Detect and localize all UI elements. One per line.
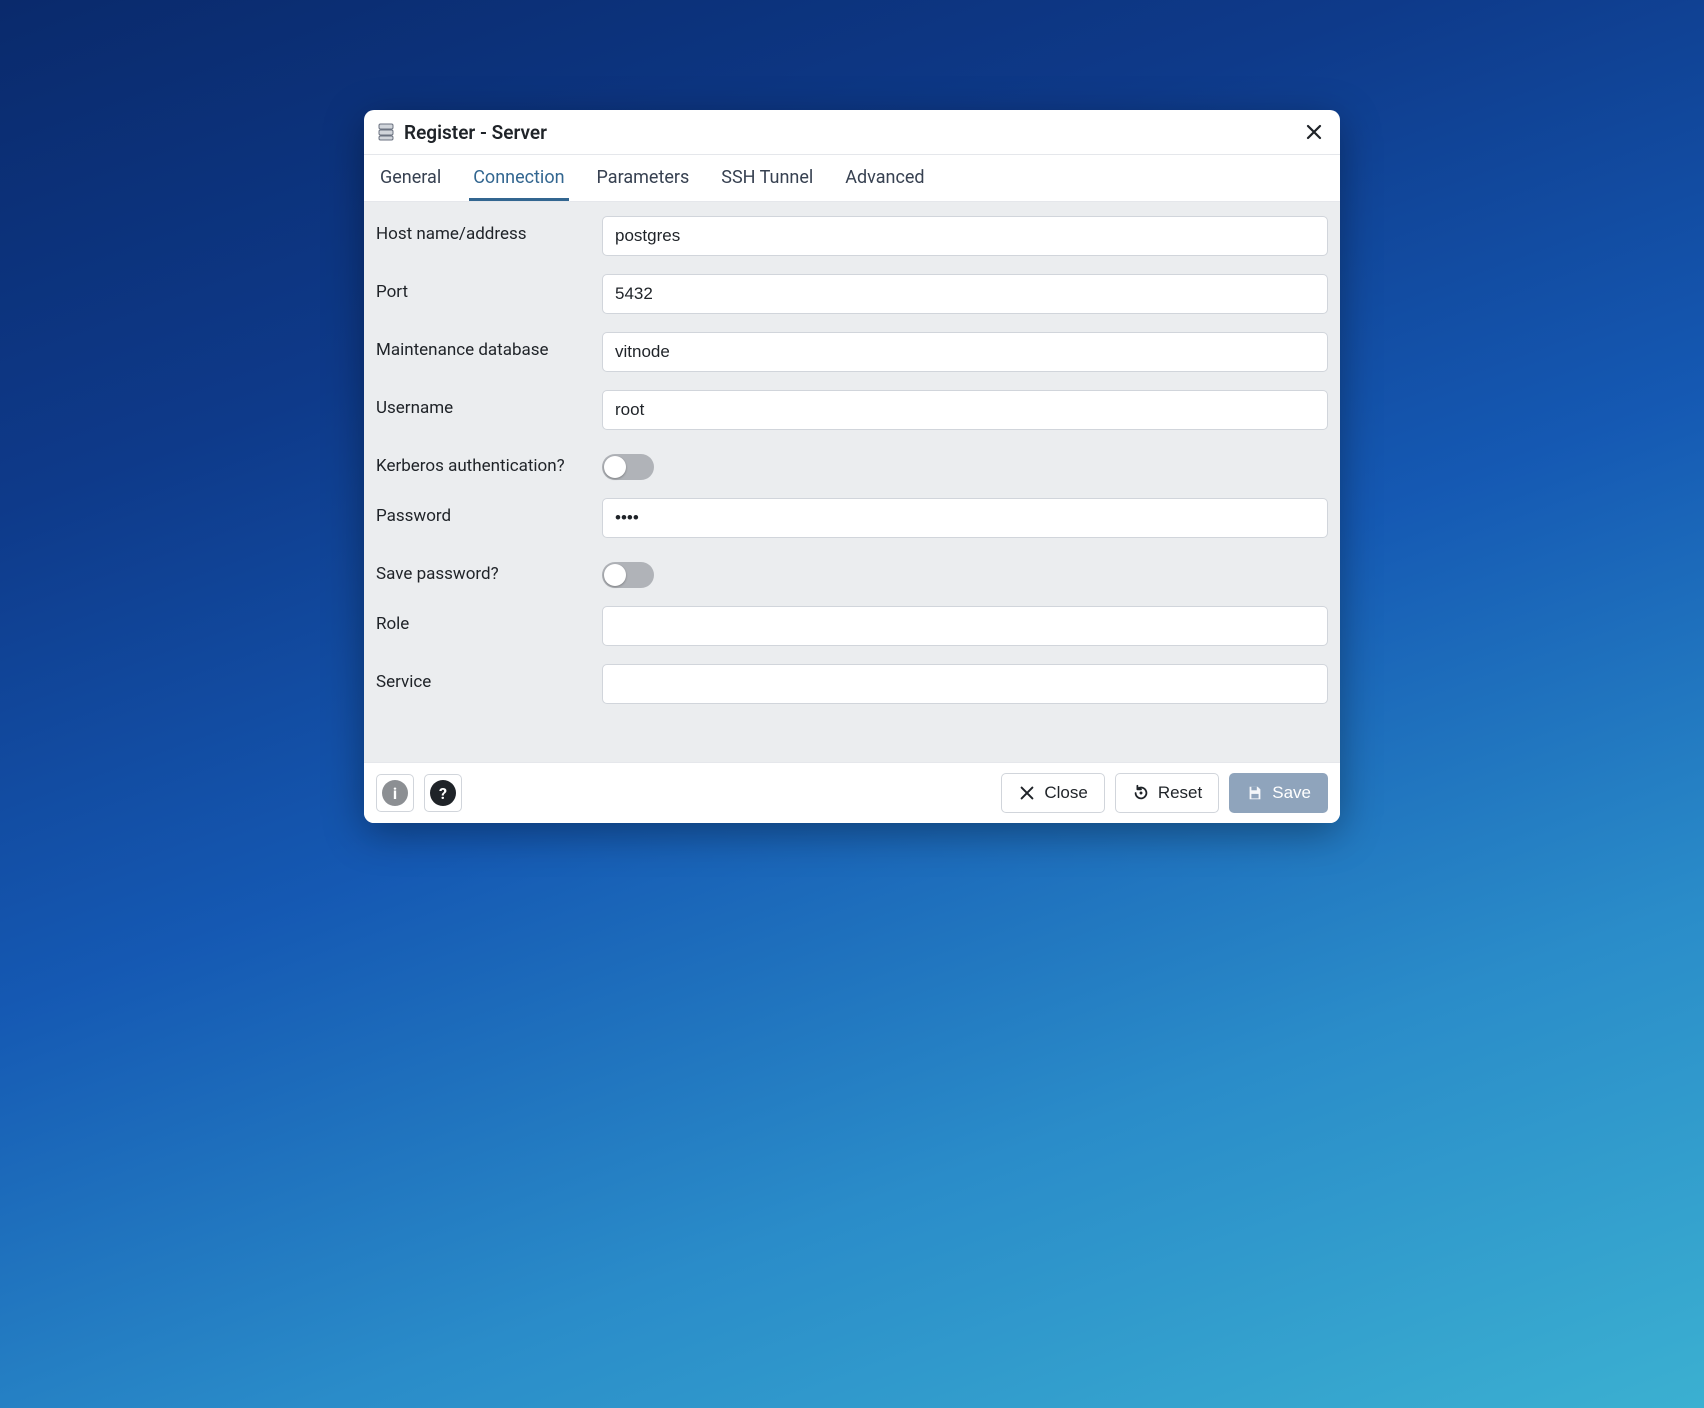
reset-button[interactable]: Reset — [1115, 773, 1219, 813]
kerberos-toggle[interactable] — [602, 454, 654, 480]
save-password-toggle[interactable] — [602, 562, 654, 588]
username-input[interactable] — [602, 390, 1328, 430]
dialog-footer: i ? Close Reset Save — [364, 762, 1340, 823]
label-role: Role — [376, 606, 586, 635]
close-button-label: Close — [1044, 783, 1087, 803]
close-button[interactable]: Close — [1001, 773, 1104, 813]
row-service: Service — [376, 664, 1328, 704]
reset-button-label: Reset — [1158, 783, 1202, 803]
server-icon — [376, 122, 396, 142]
tab-advanced[interactable]: Advanced — [841, 155, 928, 201]
role-input[interactable] — [602, 606, 1328, 646]
dialog-close-button[interactable] — [1300, 118, 1328, 146]
label-maintenance-db: Maintenance database — [376, 332, 586, 361]
host-input[interactable] — [602, 216, 1328, 256]
save-icon — [1246, 784, 1264, 802]
label-host: Host name/address — [376, 216, 586, 245]
save-button-label: Save — [1272, 783, 1311, 803]
row-username: Username — [376, 390, 1328, 430]
close-icon — [1304, 122, 1324, 142]
tab-connection[interactable]: Connection — [469, 155, 568, 201]
row-kerberos: Kerberos authentication? — [376, 448, 1328, 480]
port-input[interactable] — [602, 274, 1328, 314]
password-input[interactable] — [602, 498, 1328, 538]
save-button[interactable]: Save — [1229, 773, 1328, 813]
service-input[interactable] — [602, 664, 1328, 704]
dialog-tabs: General Connection Parameters SSH Tunnel… — [364, 155, 1340, 202]
maintenance-db-input[interactable] — [602, 332, 1328, 372]
tab-general[interactable]: General — [376, 155, 445, 201]
dialog-title: Register - Server — [404, 121, 1292, 144]
row-save-password: Save password? — [376, 556, 1328, 588]
row-role: Role — [376, 606, 1328, 646]
info-icon: i — [382, 780, 408, 806]
label-kerberos: Kerberos authentication? — [376, 448, 586, 477]
reset-icon — [1132, 784, 1150, 802]
close-icon — [1018, 784, 1036, 802]
help-button[interactable]: ? — [424, 774, 462, 812]
connection-form: Host name/address Port Maintenance datab… — [364, 202, 1340, 762]
label-port: Port — [376, 274, 586, 303]
label-save-password: Save password? — [376, 556, 586, 585]
help-icon: ? — [430, 780, 456, 806]
row-port: Port — [376, 274, 1328, 314]
label-username: Username — [376, 390, 586, 419]
row-host: Host name/address — [376, 216, 1328, 256]
label-service: Service — [376, 664, 586, 693]
tab-parameters[interactable]: Parameters — [593, 155, 694, 201]
row-maintenance-db: Maintenance database — [376, 332, 1328, 372]
register-server-dialog: Register - Server General Connection Par… — [364, 110, 1340, 823]
info-button[interactable]: i — [376, 774, 414, 812]
dialog-header: Register - Server — [364, 110, 1340, 155]
label-password: Password — [376, 498, 586, 527]
row-password: Password — [376, 498, 1328, 538]
tab-ssh-tunnel[interactable]: SSH Tunnel — [717, 155, 817, 201]
